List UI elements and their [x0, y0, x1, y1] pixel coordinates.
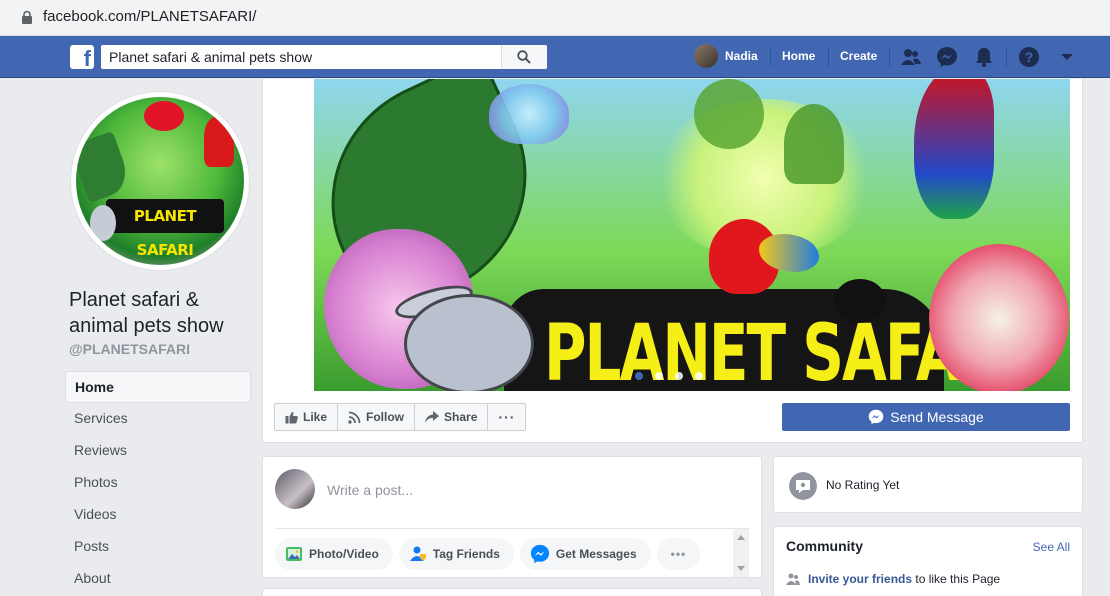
invite-friends-icon	[786, 573, 800, 585]
rating-text: No Rating Yet	[826, 478, 900, 492]
composer-more-button[interactable]: •••	[656, 538, 701, 570]
scroll-down-arrow-icon[interactable]	[737, 566, 745, 571]
leaf-shape	[76, 130, 133, 204]
search-icon	[517, 50, 531, 64]
nav-divider	[770, 48, 771, 66]
facebook-logo-icon[interactable]: f	[70, 45, 94, 71]
spider-shape	[834, 279, 886, 323]
avatar	[694, 44, 718, 68]
sidebar-item-posts[interactable]: Posts	[65, 531, 251, 563]
svg-text:?: ?	[1025, 49, 1034, 65]
page-profile-picture[interactable]: PLANET SAFARI	[70, 91, 250, 271]
rating-bubble-icon	[789, 472, 817, 500]
sidebar-item-home[interactable]: Home	[65, 371, 251, 403]
carousel-dot[interactable]	[655, 372, 663, 380]
macaw-shape	[914, 79, 994, 219]
tag-friends-icon	[409, 546, 426, 561]
sidebar-item-services[interactable]: Services	[65, 403, 251, 435]
parrot-shape	[204, 117, 234, 167]
search-button[interactable]	[501, 45, 547, 69]
share-arrow-icon	[425, 411, 440, 423]
follow-button[interactable]: Follow	[338, 404, 416, 430]
nav-divider	[1006, 48, 1007, 66]
like-button[interactable]: Like	[275, 404, 339, 430]
photo-video-button[interactable]: Photo/Video	[275, 538, 393, 570]
rss-icon	[348, 411, 361, 424]
sidebar-item-videos[interactable]: Videos	[65, 499, 251, 531]
search-input[interactable]: Planet safari & animal pets show	[109, 49, 312, 65]
url-text[interactable]: facebook.com/PLANETSAFARI/	[43, 8, 256, 25]
sidebar-item-photos[interactable]: Photos	[65, 467, 251, 499]
carousel-dot[interactable]	[635, 372, 643, 380]
bunny-shape	[90, 205, 116, 241]
nav-divider	[889, 48, 890, 66]
page-title[interactable]: Planet safari & animal pets show	[69, 287, 249, 339]
red-flower-shape	[929, 244, 1069, 391]
divider	[275, 528, 749, 529]
get-messages-label: Get Messages	[555, 547, 637, 561]
post-composer: Write a post... Photo/Video Tag Friends	[262, 456, 762, 578]
tag-friends-label: Tag Friends	[432, 547, 500, 561]
photo-icon	[286, 547, 302, 561]
top-navigation-bar: f Planet safari & animal pets show Nadia…	[0, 36, 1110, 78]
write-post-input[interactable]: Write a post...	[327, 482, 413, 498]
messenger-icon[interactable]	[936, 46, 958, 68]
flower-shape	[144, 101, 184, 131]
sidebar-item-reviews[interactable]: Reviews	[65, 435, 251, 467]
rating-card: No Rating Yet	[773, 456, 1083, 513]
user-name: Nadia	[725, 49, 758, 63]
share-label: Share	[444, 410, 478, 424]
bunny-shape	[404, 294, 534, 391]
see-all-link[interactable]: See All	[1033, 540, 1070, 554]
page-actions-bar: Like Follow Share ···	[274, 403, 527, 431]
community-title: Community	[786, 538, 863, 554]
cover-photo[interactable]: PLANET SAFARI	[314, 79, 1070, 391]
tree-shape	[784, 104, 844, 184]
follow-label: Follow	[366, 410, 405, 424]
like-label: Like	[303, 410, 328, 424]
notifications-icon[interactable]	[973, 46, 995, 68]
profile-logo-text: PLANET SAFARI	[106, 199, 224, 259]
create-link[interactable]: Create	[840, 49, 877, 63]
planet-safari-logo-image: PLANET SAFARI	[76, 97, 244, 265]
butterfly-shape	[489, 84, 569, 144]
menu-caret-icon[interactable]	[1056, 46, 1078, 68]
tag-friends-button[interactable]: Tag Friends	[398, 538, 514, 570]
more-icon: •••	[670, 547, 687, 561]
more-options-icon: ···	[498, 409, 516, 425]
invite-friends-text: to like this Page	[915, 572, 1001, 586]
search-box[interactable]: Planet safari & animal pets show	[101, 45, 547, 69]
tree-shape	[694, 79, 764, 149]
thumbs-up-icon	[285, 411, 298, 423]
messenger-icon	[530, 544, 549, 564]
page-handle[interactable]: @PLANETSAFARI	[69, 341, 190, 357]
send-message-button[interactable]: Send Message	[782, 403, 1070, 431]
help-icon[interactable]: ?	[1018, 46, 1040, 68]
avatar	[275, 469, 315, 509]
friends-icon[interactable]	[900, 46, 922, 68]
get-messages-button[interactable]: Get Messages	[519, 538, 651, 570]
messenger-icon	[869, 409, 884, 425]
invite-friends-row: Invite your friends to like this Page	[786, 572, 1000, 586]
nav-divider	[828, 48, 829, 66]
carousel-dot[interactable]	[675, 372, 683, 380]
browser-address-bar: facebook.com/PLANETSAFARI/	[0, 0, 1110, 36]
scrollbar[interactable]	[733, 529, 749, 577]
feed-card	[262, 588, 762, 596]
sidebar-item-about[interactable]: About	[65, 563, 251, 595]
send-message-label: Send Message	[890, 409, 984, 425]
photo-video-label: Photo/Video	[309, 547, 379, 561]
lock-icon	[22, 11, 32, 24]
share-button[interactable]: Share	[415, 404, 489, 430]
scroll-up-arrow-icon[interactable]	[737, 535, 745, 540]
home-link[interactable]: Home	[782, 49, 815, 63]
carousel-dot[interactable]	[695, 372, 703, 380]
composer-actions: Photo/Video Tag Friends Get Messages •••	[275, 538, 701, 570]
invite-friends-link[interactable]: Invite your friends	[808, 572, 912, 586]
page-sidebar-nav: Home Services Reviews Photos Videos Post…	[65, 371, 251, 595]
more-options-button[interactable]: ···	[488, 404, 525, 430]
community-card: Community See All Invite your friends to…	[773, 526, 1083, 596]
